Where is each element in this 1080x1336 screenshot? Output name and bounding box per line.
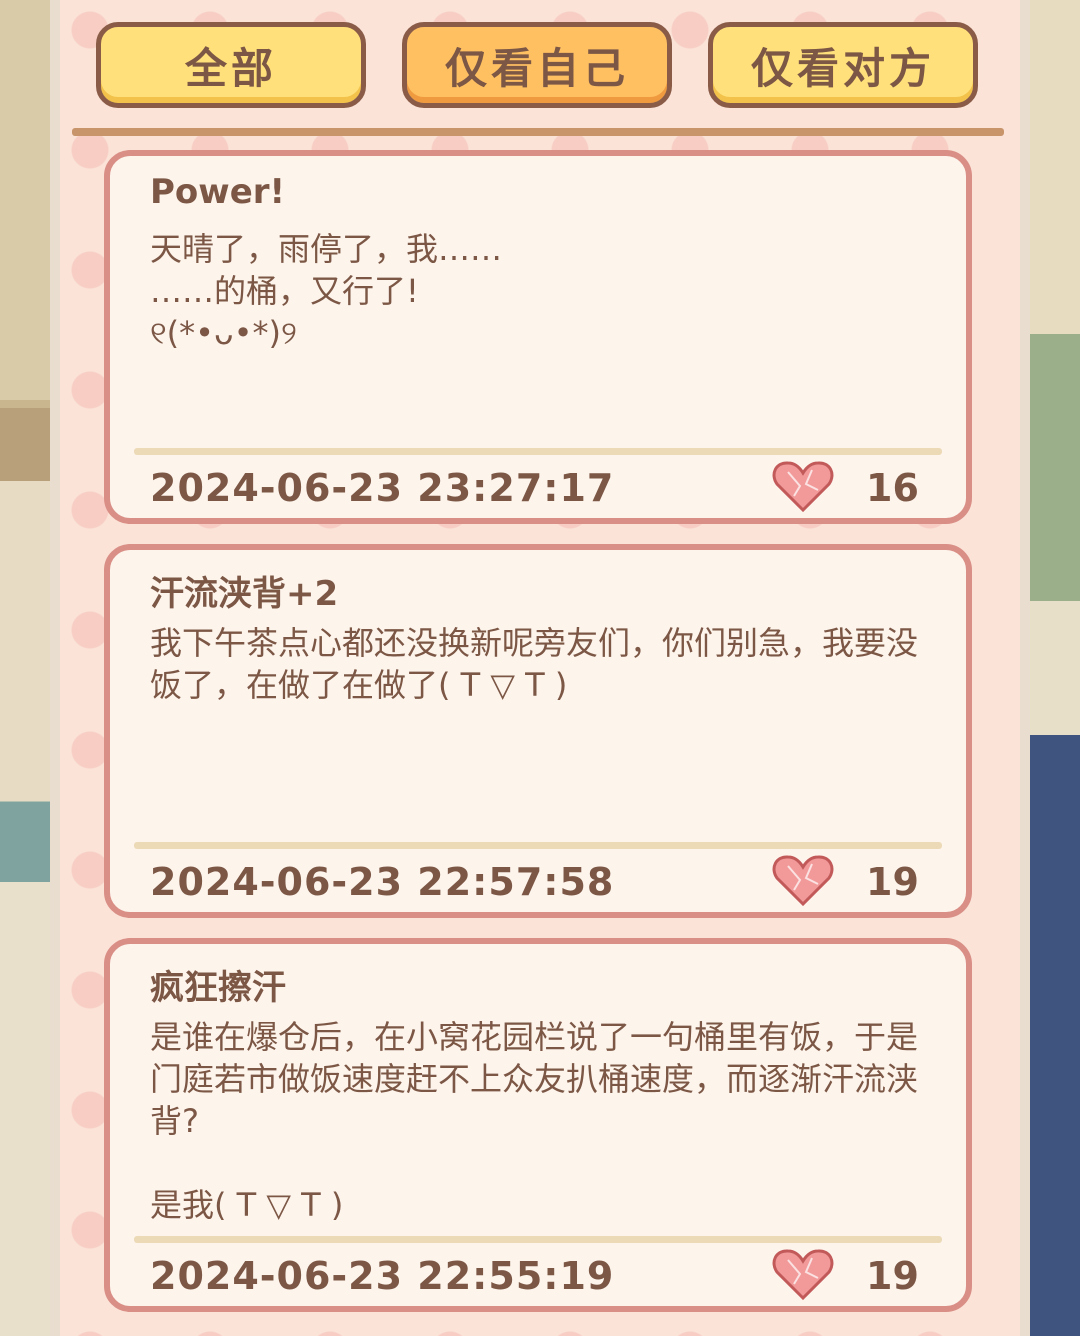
like-count: 19 xyxy=(866,860,919,904)
post-card: 汗流浃背+2 我下午茶点心都还没换新呢旁友们，你们别急，我要没饭了，在做了在做了… xyxy=(104,544,972,918)
tab-all[interactable]: 全部 xyxy=(96,22,366,108)
heart-icon[interactable] xyxy=(772,854,834,908)
post-timestamp: 2024-06-23 23:27:17 xyxy=(150,466,615,510)
post-timestamp: 2024-06-23 22:57:58 xyxy=(150,860,615,904)
tabs-divider xyxy=(72,128,1004,136)
post-body: 是谁在爆仓后，在小窝花园栏说了一句桶里有饭，于是门庭若市做饭速度赶不上众友扒桶速… xyxy=(150,1018,919,1224)
post-title: 汗流浃背+2 xyxy=(150,574,339,614)
post-body: 天晴了，雨停了，我…… ……的桶，又行了! ୧(*•ᴗ•*)୨ xyxy=(150,230,503,352)
tab-only-other[interactable]: 仅看对方 xyxy=(708,22,978,108)
like-count: 16 xyxy=(866,466,919,510)
heart-icon[interactable] xyxy=(772,460,834,514)
post-title: Power! xyxy=(150,172,286,212)
post-separator xyxy=(134,842,942,849)
post-separator xyxy=(134,1236,942,1243)
filter-tabs: 全部 仅看自己 仅看对方 xyxy=(96,22,984,108)
like-count: 19 xyxy=(866,1254,919,1298)
post-separator xyxy=(134,448,942,455)
tab-only-mine[interactable]: 仅看自己 xyxy=(402,22,672,108)
post-body: 我下午茶点心都还没换新呢旁友们，你们别急，我要没饭了，在做了在做了( T ▽ T… xyxy=(150,624,919,704)
heart-icon[interactable] xyxy=(772,1248,834,1302)
post-timestamp: 2024-06-23 22:55:19 xyxy=(150,1254,615,1298)
post-card: Power! 天晴了，雨停了，我…… ……的桶，又行了! ୧(*•ᴗ•*)୨ 2… xyxy=(104,150,972,524)
post-card: 疯狂擦汗 是谁在爆仓后，在小窝花园栏说了一句桶里有饭，于是门庭若市做饭速度赶不上… xyxy=(104,938,972,1312)
post-title: 疯狂擦汗 xyxy=(150,968,286,1008)
